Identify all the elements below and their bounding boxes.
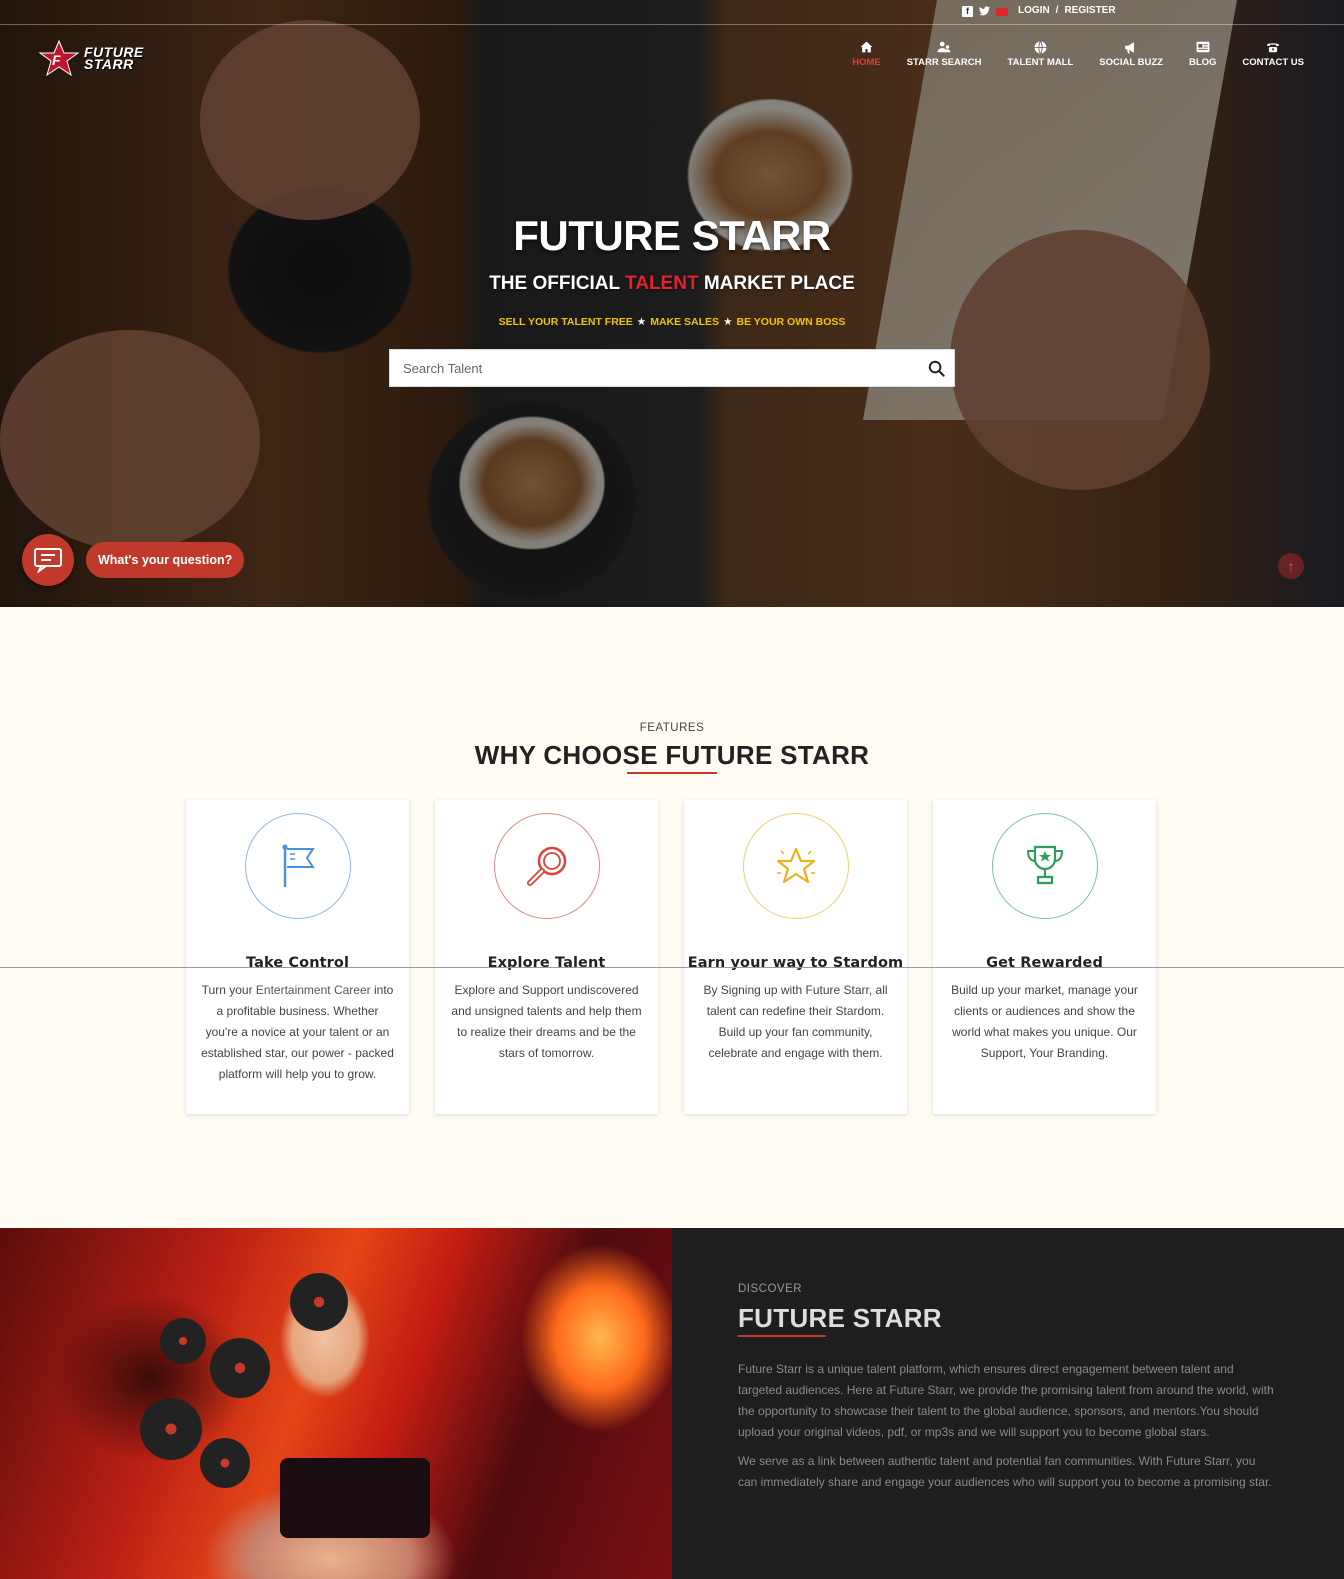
users-icon	[937, 40, 951, 54]
search-icon	[928, 360, 945, 377]
search-input[interactable]	[390, 350, 918, 386]
feature-description: Explore and Support undiscovered and uns…	[451, 983, 642, 1060]
logo-star-icon: F	[38, 40, 80, 76]
home-icon	[859, 40, 873, 54]
feature-icon-circle	[991, 813, 1098, 919]
feature-title: Get Rewarded	[986, 955, 1103, 971]
discover-photo	[0, 1228, 672, 1579]
login-link[interactable]: LOGIN	[1018, 5, 1050, 16]
feature-description: Build up your market, manage your client…	[951, 983, 1138, 1060]
features-header: FEATURES WHY CHOOSE FUTURE STARR	[0, 722, 1344, 774]
globe-icon	[1033, 40, 1047, 54]
feature-icon-circle	[244, 813, 351, 919]
magnifier-icon	[526, 846, 566, 886]
vinyl-decor	[290, 1273, 348, 1331]
scroll-to-top-button[interactable]: ↑	[1278, 553, 1304, 579]
feature-description: By Signing up with Future Starr, all tal…	[703, 983, 888, 1060]
vinyl-decor	[140, 1398, 202, 1460]
nav-item-social-buzz[interactable]: SOCIAL BUZZ	[1099, 40, 1163, 68]
feature-description: Turn your Entertainment Career into a pr…	[201, 983, 394, 1081]
chat-prompt[interactable]: What's your question?	[86, 542, 245, 578]
logo-text: FUTURE STARR	[84, 44, 144, 72]
star-icon: ★	[723, 316, 733, 328]
nav-item-blog[interactable]: BLOG	[1189, 40, 1216, 68]
flag-icon	[282, 844, 315, 887]
vinyl-decor	[160, 1318, 206, 1364]
top-bar: f LOGIN / REGISTER	[0, 0, 1344, 25]
arrow-up-icon: ↑	[1287, 558, 1295, 574]
vinyl-decor	[200, 1438, 250, 1488]
trophy-icon	[1026, 845, 1063, 885]
social-links: f	[962, 6, 1008, 17]
hero-tagline: SELL YOUR TALENT FREE ★ MAKE SALES ★ BE YOUR…	[498, 316, 846, 328]
chat-icon[interactable]	[22, 534, 74, 586]
vinyl-decor	[210, 1338, 270, 1398]
feature-card-explore-talent: Explore Talent Explore and Support undis…	[435, 800, 658, 1114]
feature-highlight: Entertainment Career	[255, 983, 371, 997]
feature-title: Earn your way to Stardom	[687, 955, 904, 971]
register-link[interactable]: REGISTER	[1064, 5, 1115, 16]
title-underline	[738, 1335, 826, 1337]
youtube-icon[interactable]	[996, 7, 1008, 16]
facebook-icon[interactable]: f	[962, 6, 973, 17]
discover-paragraph: We serve as a link between authentic tal…	[738, 1454, 1272, 1489]
feature-card-get-rewarded: Get Rewarded Build up your market, manag…	[933, 800, 1156, 1114]
nav-item-talent-mall[interactable]: TALENT MALL	[1008, 40, 1073, 68]
star-icon	[776, 847, 815, 884]
hero-title: FUTURE STARR	[513, 212, 831, 259]
hero-subtitle: THE OFFICIAL TALENT MARKET PLACE	[489, 273, 855, 294]
discover-section: DISCOVER FUTURE STARR Future Starr is a …	[0, 1228, 1344, 1579]
main-nav: HOME STARR SEARCH TALENT MALL SOCIAL BUZ…	[852, 40, 1304, 68]
photo-figure-decor	[280, 1458, 430, 1538]
feature-title: Explore Talent	[487, 955, 606, 971]
search-button[interactable]	[918, 350, 954, 386]
feature-icon-circle	[493, 813, 600, 919]
svg-text:F: F	[52, 52, 61, 68]
hero-subtitle-accent: TALENT	[625, 273, 699, 294]
feature-cards: Take Control Turn your Entertainment Car…	[186, 800, 1156, 1114]
site-logo[interactable]: F FUTURE STARR	[38, 40, 144, 76]
hero-section: f LOGIN / REGISTER F FUTURE STARR HOME S…	[0, 0, 1344, 607]
blog-icon	[1196, 40, 1210, 54]
feature-title: Take Control	[245, 955, 350, 971]
discover-title: FUTURE STARR	[738, 1303, 942, 1333]
chat-widget[interactable]: What's your question?	[22, 534, 245, 586]
auth-separator: /	[1055, 5, 1059, 16]
phone-icon	[1266, 40, 1280, 54]
talent-search-bar	[389, 349, 955, 387]
feature-card-earn-stardom: Earn your way to Stardom By Signing up w…	[684, 800, 907, 1114]
discover-paragraph: Future Starr is a unique talent platform…	[738, 1362, 1274, 1439]
features-kicker: FEATURES	[639, 722, 705, 734]
auth-links: LOGIN / REGISTER	[1018, 5, 1116, 16]
nav-item-contact-us[interactable]: CONTACT US	[1242, 40, 1304, 68]
discover-content: DISCOVER FUTURE STARR Future Starr is a …	[738, 1283, 1278, 1493]
discover-kicker: DISCOVER	[738, 1283, 803, 1295]
star-icon: ★	[636, 316, 647, 328]
feature-card-take-control: Take Control Turn your Entertainment Car…	[186, 800, 409, 1114]
features-title: WHY CHOOSE FUTURE STARR	[474, 740, 870, 770]
divider-line	[0, 967, 1344, 968]
nav-item-home[interactable]: HOME	[852, 40, 881, 68]
feature-icon-circle	[742, 813, 849, 919]
nav-item-starr-search[interactable]: STARR SEARCH	[907, 40, 982, 68]
twitter-icon[interactable]	[979, 6, 990, 17]
title-underline	[627, 772, 717, 774]
hero-overlay	[0, 0, 1344, 607]
megaphone-icon	[1124, 40, 1138, 54]
